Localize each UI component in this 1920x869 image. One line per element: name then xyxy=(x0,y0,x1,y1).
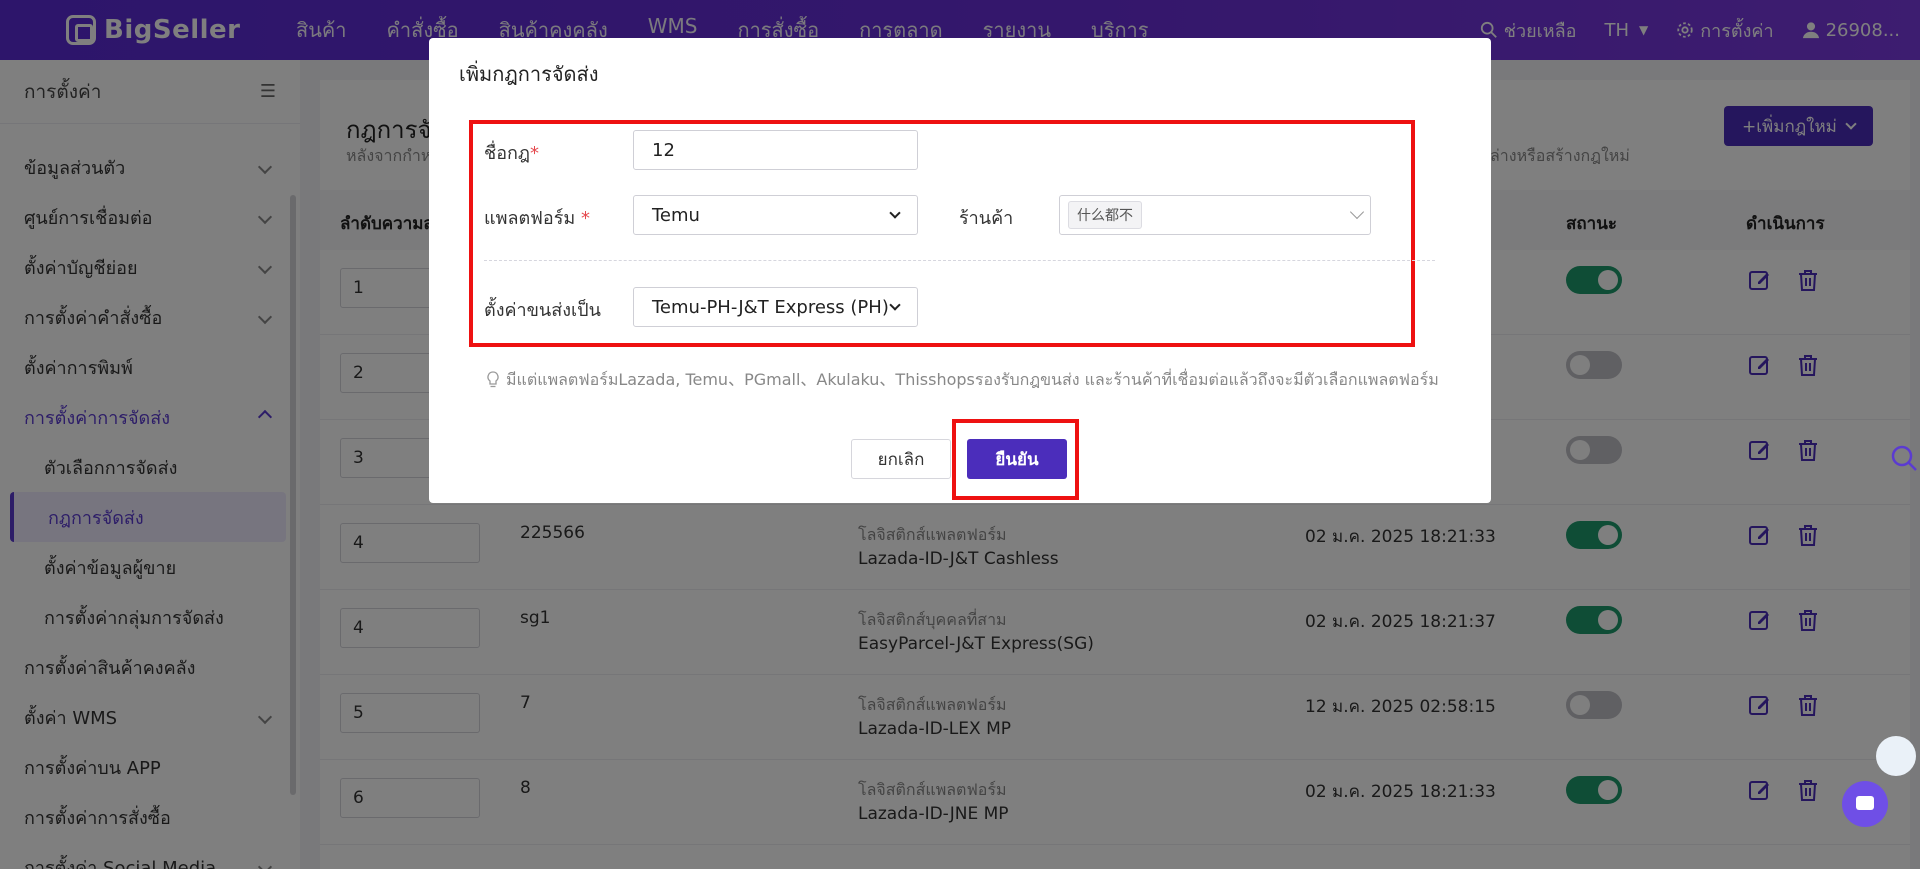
store-label: ร้านค้า xyxy=(959,208,1014,229)
chevron-down-icon xyxy=(889,299,901,311)
lightbulb-icon xyxy=(487,370,499,387)
dialog-title: เพิ่มกฎการจัดส่ง xyxy=(459,62,599,86)
add-shipping-rule-dialog: เพิ่มกฎการจัดส่ง ชื่อกฎ* 12 แพลตฟอร์ม * … xyxy=(429,38,1491,503)
platform-label: แพลตฟอร์ม * xyxy=(484,208,591,229)
rule-name-label: ชื่อกฎ* xyxy=(484,143,540,164)
shipping-method-select[interactable]: Temu-PH-J&T Express (PH) xyxy=(633,287,918,327)
hint-text: มีแต่แพลตฟอร์มLazada, Temu、PGmall、Akulak… xyxy=(486,366,1439,393)
platform-selected-value: Temu xyxy=(652,204,700,226)
hint-message: มีแต่แพลตฟอร์มLazada, Temu、PGmall、Akulak… xyxy=(506,370,1439,389)
chevron-down-icon xyxy=(1349,204,1365,220)
platform-select[interactable]: Temu xyxy=(633,195,918,235)
shipping-method-label: ตั้งค่าขนส่งเป็น xyxy=(484,300,601,321)
divider xyxy=(484,260,1435,261)
floating-feedback-icon[interactable] xyxy=(1876,736,1916,776)
rule-name-input[interactable]: 12 xyxy=(633,130,918,170)
floating-chat-icon[interactable] xyxy=(1842,781,1888,827)
confirm-button[interactable]: ยืนยัน xyxy=(967,439,1067,479)
rule-name-value: 12 xyxy=(652,139,675,161)
shipping-method-value: Temu-PH-J&T Express (PH) xyxy=(652,296,889,318)
floating-search-icon[interactable] xyxy=(1890,444,1918,472)
cancel-button[interactable]: ยกเลิก xyxy=(851,439,951,479)
chevron-down-icon xyxy=(889,207,901,219)
store-tag[interactable]: 什么都不 xyxy=(1068,201,1142,229)
store-select[interactable]: 什么都不 xyxy=(1059,195,1371,235)
